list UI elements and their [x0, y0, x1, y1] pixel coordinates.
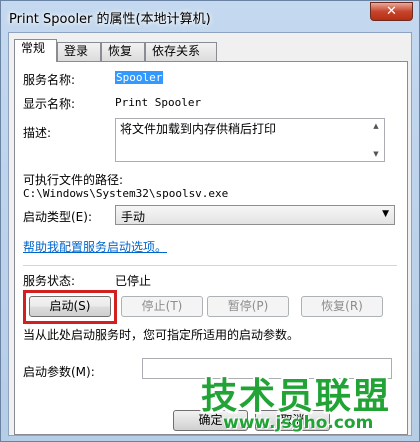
- service-name-wrap: Spooler: [115, 71, 164, 84]
- title-bar[interactable]: Print Spooler 的属性(本地计算机) ✕: [1, 1, 419, 31]
- startup-hint: 当从此处启动服务时，您可指定所适用的启动参数。: [23, 328, 300, 342]
- display-name-value: Print Spooler: [115, 96, 202, 109]
- window-title: Print Spooler 的属性(本地计算机): [9, 12, 211, 27]
- tab-general[interactable]: 常规: [14, 39, 57, 62]
- startup-type-label: 启动类型(E):: [23, 210, 92, 224]
- scroll-up-icon[interactable]: ▲: [368, 119, 384, 133]
- close-icon: ✕: [386, 4, 397, 19]
- resume-button[interactable]: 恢复(R): [301, 296, 383, 317]
- startup-type-select[interactable]: 手动 ▼: [115, 205, 395, 225]
- description-label: 描述:: [23, 126, 52, 140]
- watermark-text: 技术员联盟: [201, 376, 392, 417]
- tab-dependencies[interactable]: 依存关系: [145, 42, 217, 61]
- properties-window: Print Spooler 的属性(本地计算机) ✕ 常规 登录 恢复 依存关系…: [0, 0, 420, 442]
- service-name-value[interactable]: Spooler: [115, 71, 164, 84]
- start-button[interactable]: 启动(S): [29, 296, 111, 317]
- tab-logon[interactable]: 登录: [57, 42, 101, 61]
- startup-type-value: 手动: [121, 210, 146, 224]
- service-name-label: 服务名称:: [23, 73, 76, 87]
- help-link[interactable]: 帮助我配置服务启动选项。: [23, 238, 167, 255]
- pause-button[interactable]: 暂停(P): [207, 296, 289, 317]
- exe-path-label: 可执行文件的路径:: [23, 173, 124, 187]
- stop-button[interactable]: 停止(T): [121, 296, 203, 317]
- status-value: 已停止: [115, 274, 152, 288]
- divider: [23, 265, 397, 266]
- description-box[interactable]: 将文件加载到内存供稍后打印 ▲ ▼: [115, 118, 385, 162]
- status-label: 服务状态:: [23, 274, 76, 288]
- exe-path-value: C:\Windows\System32\spoolsv.exe: [23, 187, 229, 200]
- description-value: 将文件加载到内存供稍后打印: [120, 122, 277, 136]
- display-name-label: 显示名称:: [23, 97, 76, 111]
- watermark-logo: 技术员联盟 www.jsgho.com: [201, 367, 419, 441]
- chevron-down-icon: ▼: [382, 209, 389, 219]
- close-button[interactable]: ✕: [370, 2, 413, 21]
- tab-recovery[interactable]: 恢复: [101, 42, 145, 61]
- scroll-down-icon[interactable]: ▼: [368, 147, 384, 161]
- watermark-url: www.jsgho.com: [223, 413, 374, 433]
- start-params-label: 启动参数(M):: [23, 365, 95, 379]
